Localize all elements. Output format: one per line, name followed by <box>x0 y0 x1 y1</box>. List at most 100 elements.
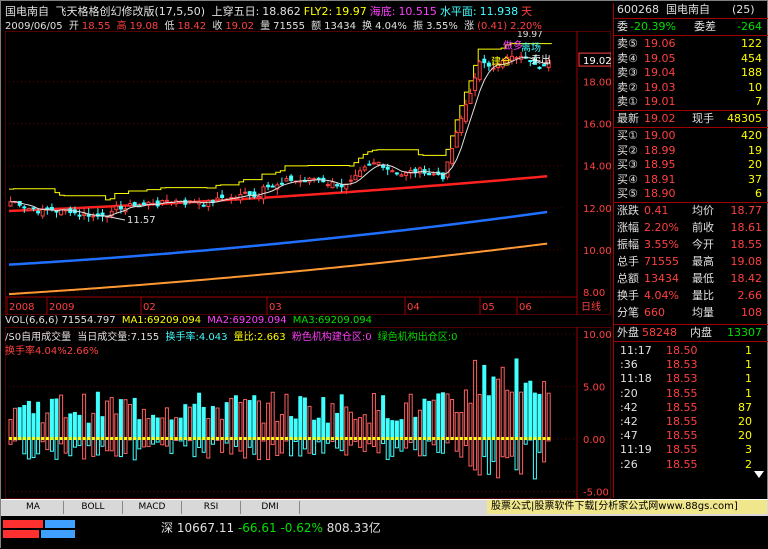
buy-price: 18.99 <box>644 143 676 157</box>
volume-neg-bar <box>298 438 303 457</box>
volume-neg-bar <box>109 438 114 452</box>
sell-row: 卖⑤ 19.06 122 <box>614 37 768 51</box>
last-price-row: 最新 19.02 现手 48305 <box>614 112 768 126</box>
volume-neg-bar <box>118 438 123 458</box>
volume-bar <box>321 397 326 440</box>
volume-mark <box>55 437 58 440</box>
volume-mark <box>188 437 192 440</box>
volume-bar <box>404 402 409 440</box>
candle-body <box>394 172 399 175</box>
volume-bar <box>371 392 376 440</box>
low-mark-label: 11.57 <box>127 215 156 226</box>
ad-banner[interactable]: 股票公式|股票软件下载[分析家公式网www.88gs.com] <box>487 500 767 514</box>
volume-neg-bar <box>114 438 119 457</box>
volume-bar <box>505 389 510 440</box>
tab-rsi[interactable]: RSI <box>182 501 241 514</box>
volume-neg-bar <box>491 438 496 463</box>
volume-bar <box>178 417 183 440</box>
sell-price: 19.06 <box>644 37 676 50</box>
volume-chart[interactable]: 10.00 5.00 0.00 -5.00 <box>5 327 611 499</box>
stat-value: 2.20% <box>644 221 679 234</box>
volume-bar <box>436 393 441 440</box>
volume-mark <box>183 437 187 440</box>
tick-row: :42 18.55 87 <box>614 401 768 415</box>
candle-body <box>427 172 432 176</box>
volume-mark <box>165 437 169 440</box>
volume-bar <box>417 409 422 440</box>
volume-neg-bar <box>266 438 271 461</box>
stat-value-2: 18.42 <box>730 272 763 285</box>
vol-indicator: VOL(6,6,6) 71554.797 <box>5 315 116 326</box>
volume-neg-bar <box>307 438 312 454</box>
tab-boll[interactable]: BOLL <box>64 501 123 514</box>
candle-body <box>178 201 183 204</box>
volume-bar <box>26 400 31 440</box>
tab-macd[interactable]: MACD <box>123 501 182 514</box>
candle-body <box>128 203 133 207</box>
candle-body <box>330 181 335 189</box>
tick-volume: 87 <box>738 400 752 414</box>
volume-bar <box>109 397 114 440</box>
outer-inner-row: 外盘 58248 内盘 13307 <box>614 326 768 340</box>
candle-body <box>155 200 160 207</box>
tick-price: 18.55 <box>666 415 698 428</box>
volume-mark <box>413 437 417 440</box>
sell-level-label: 卖④ <box>617 51 638 65</box>
volume-bar <box>445 393 450 440</box>
volume-mark <box>82 437 86 440</box>
volume-mark <box>298 437 302 440</box>
volume-bar <box>385 418 390 440</box>
buy-row: 买③ 18.95 20 <box>614 158 768 172</box>
candle-body <box>114 205 119 211</box>
tab-ma[interactable]: MA <box>3 501 64 514</box>
candle-body <box>316 177 321 180</box>
tick-row: :26 18.55 2 <box>614 458 768 472</box>
stat-row: 总额 13434 最低 18.42 <box>614 272 768 286</box>
candle-body <box>252 191 257 198</box>
quote-panel: 600268 国电南自 (25) 委 -20.39% 委差 -264 最新 19… <box>613 3 768 498</box>
price-chart[interactable]: 11.57 19.97 建仓 做多 离场 卖出 19.02 18.00 16.00 1… <box>5 31 611 315</box>
volume-mark <box>363 437 367 440</box>
quote-count: (25) <box>732 3 755 16</box>
candle-body <box>381 164 386 168</box>
volume-bar <box>183 404 188 440</box>
volume-neg-bar <box>141 438 146 448</box>
stat-row: 涨跌 0.41 均价 18.77 <box>614 204 768 218</box>
stat-label-2: 均量 <box>692 306 714 319</box>
volume-bar <box>500 366 505 440</box>
stat-label: 涨跌 <box>617 204 639 217</box>
volume-neg-bar <box>542 438 547 463</box>
volume-bar <box>174 417 179 440</box>
tick-price: 18.55 <box>666 457 698 471</box>
volume-neg-bar <box>514 438 519 471</box>
candle-body <box>454 132 459 148</box>
volume-mark <box>524 437 528 440</box>
volume-mark <box>386 437 390 440</box>
sell-volume: 188 <box>741 66 762 79</box>
volume-bar <box>36 401 41 440</box>
sell-price: 19.04 <box>644 66 676 79</box>
volume-mark <box>275 437 279 440</box>
index-change: -66.61 <box>237 521 277 535</box>
volume-mark <box>147 437 150 440</box>
stat-row: 换手 4.04% 量比 2.66 <box>614 289 768 303</box>
volume-bar <box>215 407 220 440</box>
volume-mark <box>156 437 160 440</box>
volume-bar <box>91 412 96 440</box>
volume-neg-bar <box>279 438 284 454</box>
volume-bar <box>243 399 248 440</box>
volume-bar <box>302 397 307 440</box>
time-unit-label: 日线 <box>581 300 601 313</box>
volume-bar <box>8 418 13 440</box>
stat-value: 660 <box>644 306 665 319</box>
tick-row: 11:18 18.53 1 <box>614 372 768 386</box>
buy2-signal-label: 做多 <box>503 39 523 52</box>
volume-mark <box>9 437 12 440</box>
volume-bar <box>210 406 215 440</box>
scroll-down-icon[interactable] <box>754 471 764 478</box>
volume-bar <box>252 395 257 440</box>
volume-bar <box>325 422 330 440</box>
candle-body <box>440 172 445 180</box>
volume-bar <box>298 396 303 440</box>
tab-dmi[interactable]: DMI <box>241 501 300 514</box>
